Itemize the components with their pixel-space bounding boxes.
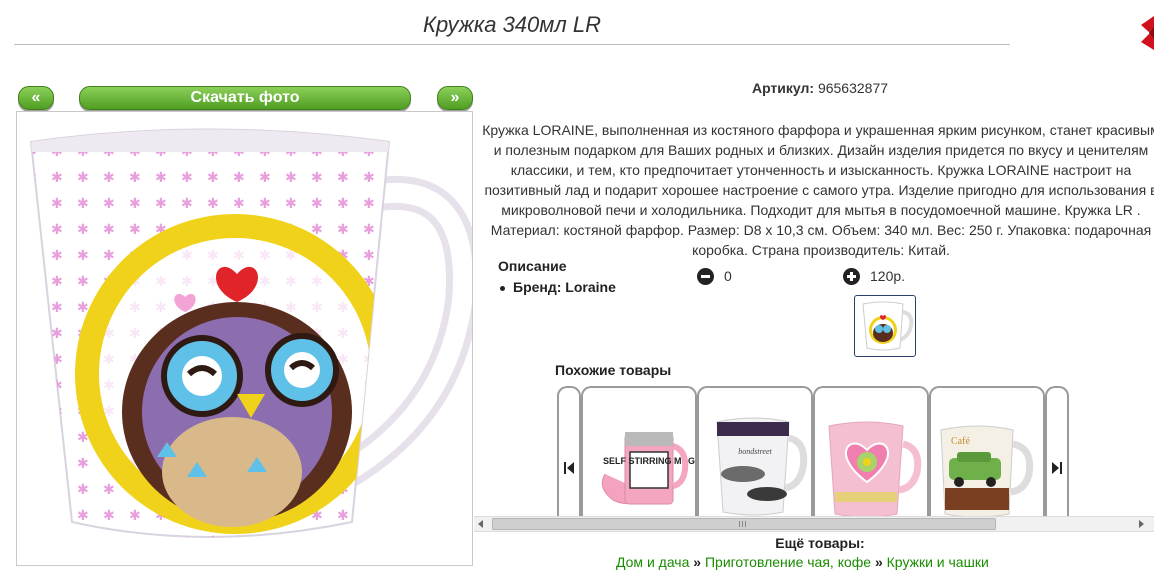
site-logo-icon [1141,16,1154,50]
breadcrumb-separator: » [874,554,883,570]
carousel-prev-button[interactable] [557,386,581,518]
description-heading: Описание [498,258,567,274]
product-photo: ✱ [16,111,473,566]
similar-product-card[interactable]: bondstreet [697,386,813,518]
card-print-text: bondstreet [738,447,772,456]
owl-mug-image: ✱ [29,128,472,538]
scroll-left-arrow-icon[interactable] [478,520,483,528]
sku-line: Артикул: 965632877 [620,80,1020,96]
similar-product-card[interactable]: SELF STIRRING MUG [581,386,697,518]
photo-thumbnail[interactable] [854,295,916,357]
title-divider [14,44,1010,45]
self-stirring-mug-image: SELF STIRRING MUG [601,432,695,505]
sku-value: 965632877 [817,80,889,96]
price: 120р. [870,268,906,284]
owl-mug-thumb-image [862,301,914,351]
cars-mug-image: bondstreet [716,417,808,516]
breadcrumb-link-mugs-cups[interactable]: Кружки и чашки [887,554,989,570]
quantity-minus-button[interactable] [697,268,714,285]
brand-list-item: Бренд: Loraine [500,279,616,295]
quantity-plus-button[interactable] [843,268,860,285]
skip-back-icon [564,462,574,474]
breadcrumb-link-tea-coffee[interactable]: Приготовление чая, кофе [705,554,871,570]
horizontal-scrollbar[interactable] [474,516,1154,532]
more-products-heading: Ещё товары: [775,535,865,551]
similar-products-heading: Похожие товары [555,362,672,378]
next-photo-button[interactable]: » [437,86,473,110]
retro-car-mug-image: Café [940,425,1034,518]
similar-product-card[interactable] [813,386,929,518]
product-description: Кружка LORAINE, выполненная из костяного… [482,122,1154,258]
breadcrumb: Дом и дача » Приготовление чая, кофе » К… [616,554,989,570]
breadcrumb-link-home-garden[interactable]: Дом и дача [616,554,689,570]
card-print-text: Café [951,436,970,447]
carousel-next-button[interactable] [1045,386,1069,518]
quantity-value: 0 [724,268,732,284]
scrollbar-thumb[interactable] [492,518,996,530]
heart-mug-image [828,421,922,518]
similar-product-card[interactable]: Café [929,386,1045,518]
brand-text: Бренд: Loraine [513,279,616,295]
scroll-right-arrow-icon[interactable] [1139,520,1144,528]
breadcrumb-separator: » [693,554,702,570]
sku-label: Артикул: [751,80,815,96]
bullet-icon [500,285,505,291]
skip-forward-icon [1052,462,1062,474]
scrollbar-grip-icon [739,521,747,527]
page-title: Кружка 340мл LR [422,12,602,37]
prev-photo-button[interactable]: « [18,86,54,110]
download-photo-button[interactable]: Скачать фото [79,86,411,110]
